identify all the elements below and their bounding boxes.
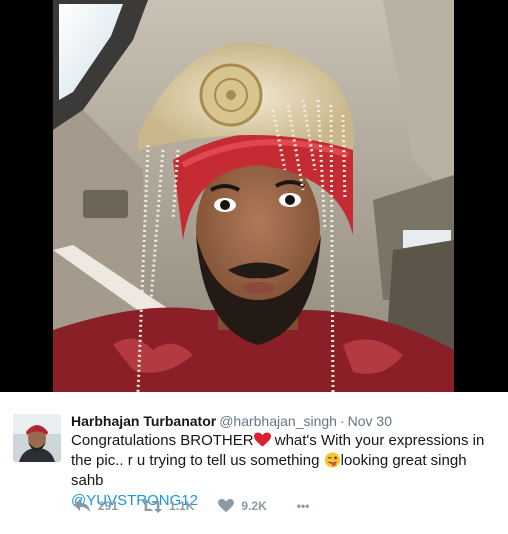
tweet-text-part1: Congratulations BROTHER bbox=[71, 432, 254, 449]
retweet-button[interactable]: 1.1K bbox=[142, 499, 194, 513]
user-handle[interactable]: @harbhajan_singh bbox=[219, 413, 337, 429]
display-name[interactable]: Harbhajan Turbanator bbox=[71, 413, 216, 429]
tweet-photo[interactable] bbox=[53, 0, 454, 392]
avatar[interactable] bbox=[13, 414, 61, 462]
header-separator: · bbox=[339, 413, 345, 429]
winking-face-with-tongue-emoji-icon bbox=[324, 452, 340, 468]
retweet-count: 1.1K bbox=[169, 499, 195, 513]
tweet-card: Harbhajan Turbanator @harbhajan_singh · Nov… bbox=[0, 392, 508, 534]
avatar-image bbox=[13, 414, 61, 462]
photo-illustration bbox=[53, 0, 454, 392]
more-options-icon: ••• bbox=[296, 499, 310, 513]
retweet-icon bbox=[142, 499, 163, 513]
like-button[interactable]: 9.2K bbox=[218, 499, 267, 513]
red-heart-emoji-icon bbox=[253, 432, 271, 447]
tweet-media-frame bbox=[0, 0, 508, 392]
reply-button[interactable]: 291 bbox=[74, 499, 118, 513]
tweet-header: Harbhajan Turbanator @harbhajan_singh · Nov… bbox=[71, 412, 392, 430]
tweet-actions: 291 1.1K 9.2K ••• bbox=[74, 496, 333, 516]
like-count: 9.2K bbox=[241, 499, 267, 513]
reply-icon bbox=[74, 499, 90, 512]
tweet-timestamp[interactable]: Nov 30 bbox=[348, 413, 392, 429]
heart-icon bbox=[218, 499, 235, 513]
more-options-button[interactable]: ••• bbox=[297, 499, 310, 513]
reply-count: 291 bbox=[98, 499, 119, 513]
